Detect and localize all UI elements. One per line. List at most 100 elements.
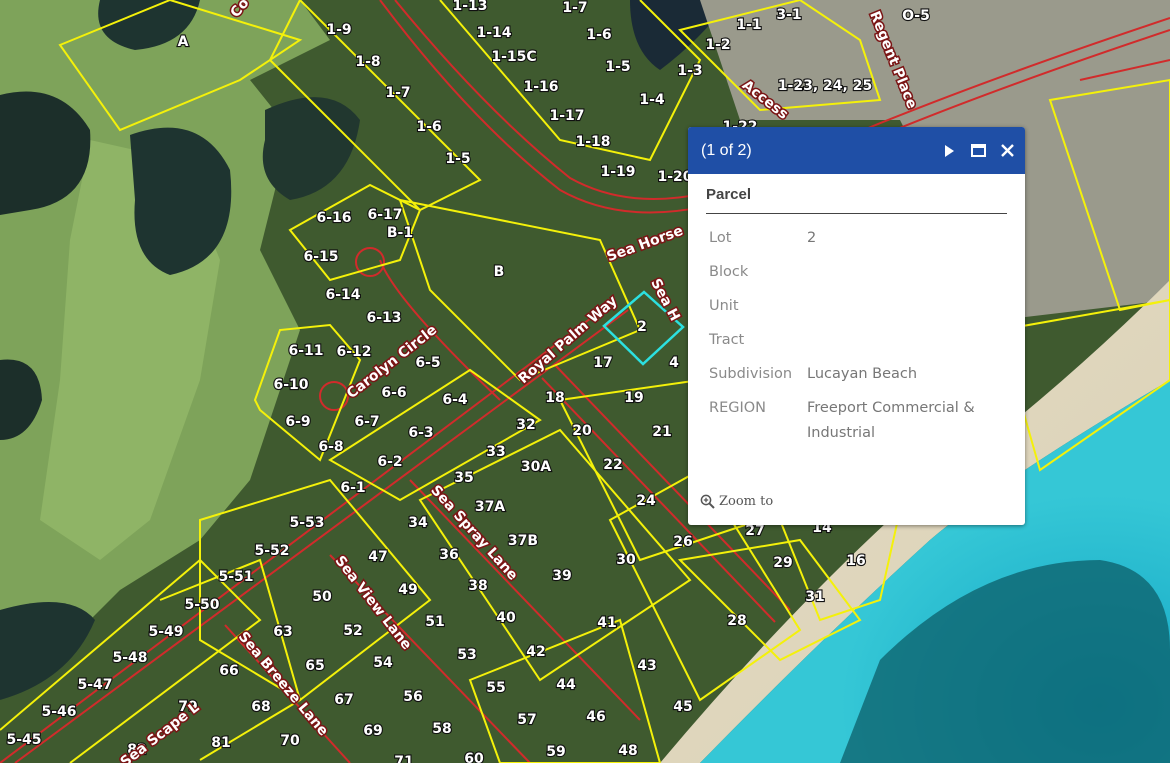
- parcel-label-38[interactable]: 38: [467, 577, 489, 595]
- parcel-label-66[interactable]: 66: [218, 662, 240, 680]
- parcel-label-1-7b[interactable]: 1-7: [561, 0, 588, 17]
- parcel-label-42[interactable]: 42: [525, 643, 547, 661]
- parcel-label-6-1[interactable]: 6-1: [339, 479, 366, 497]
- parcel-label-1-17[interactable]: 1-17: [548, 107, 585, 125]
- parcel-label-6-10[interactable]: 6-10: [272, 376, 309, 394]
- parcel-label-30A[interactable]: 30A: [520, 458, 553, 476]
- parcel-label-34[interactable]: 34: [407, 514, 429, 532]
- parcel-label-37B[interactable]: 37B: [507, 532, 539, 550]
- maximize-button[interactable]: [967, 140, 989, 162]
- parcel-label-19[interactable]: 19: [623, 389, 645, 407]
- close-button[interactable]: [996, 140, 1018, 162]
- parcel-label-28[interactable]: 28: [726, 612, 748, 630]
- parcel-label-60[interactable]: 60: [463, 750, 485, 763]
- parcel-label-49[interactable]: 49: [397, 581, 419, 599]
- parcel-label-50[interactable]: 50: [311, 588, 333, 606]
- parcel-label-1-6a[interactable]: 1-6: [415, 118, 442, 136]
- parcel-label-33[interactable]: 33: [485, 443, 507, 461]
- parcel-label-1-3[interactable]: 1-3: [676, 62, 703, 80]
- parcel-label-6-6[interactable]: 6-6: [380, 384, 407, 402]
- parcel-label-5-48[interactable]: 5-48: [111, 649, 148, 667]
- parcel-label-1-13[interactable]: 1-13: [451, 0, 488, 15]
- parcel-label-B-1[interactable]: B-1: [386, 224, 414, 242]
- next-button[interactable]: [938, 140, 960, 162]
- parcel-label-6-11[interactable]: 6-11: [287, 342, 324, 360]
- parcel-label-68[interactable]: 68: [250, 698, 272, 716]
- parcel-label-4[interactable]: 4: [668, 354, 680, 372]
- parcel-label-5-53[interactable]: 5-53: [288, 514, 325, 532]
- parcel-label-55[interactable]: 55: [485, 679, 507, 697]
- parcel-label-1-5b[interactable]: 1-5: [604, 58, 631, 76]
- parcel-label-1-16[interactable]: 1-16: [522, 78, 559, 96]
- parcel-label-1-23[interactable]: 1-23, 24, 25: [777, 77, 874, 95]
- parcel-label-6-4[interactable]: 6-4: [441, 391, 469, 409]
- parcel-label-26[interactable]: 26: [672, 533, 694, 551]
- parcel-label-1-8[interactable]: 1-8: [354, 53, 381, 71]
- parcel-label-56[interactable]: 56: [402, 688, 424, 706]
- parcel-label-5-50[interactable]: 5-50: [183, 596, 220, 614]
- parcel-label-1-4[interactable]: 1-4: [638, 91, 666, 109]
- parcel-label-51[interactable]: 51: [424, 613, 446, 631]
- parcel-label-1-7a[interactable]: 1-7: [384, 84, 411, 102]
- parcel-label-B[interactable]: B: [493, 263, 506, 281]
- parcel-label-1-14[interactable]: 1-14: [475, 24, 512, 42]
- parcel-label-1-5a[interactable]: 1-5: [444, 150, 471, 168]
- parcel-label-27[interactable]: 27: [744, 522, 766, 540]
- parcel-label-52[interactable]: 52: [342, 622, 364, 640]
- parcel-label-53[interactable]: 53: [456, 646, 478, 664]
- parcel-label-6-2[interactable]: 6-2: [376, 453, 403, 471]
- parcel-label-63[interactable]: 63: [272, 623, 294, 641]
- zoom-to-link[interactable]: Zoom to: [700, 494, 773, 509]
- parcel-label-67[interactable]: 67: [333, 691, 355, 709]
- parcel-label-70[interactable]: 70: [279, 732, 301, 750]
- parcel-label-6-3[interactable]: 6-3: [407, 424, 434, 442]
- parcel-label-22[interactable]: 22: [602, 456, 624, 474]
- parcel-label-6-15[interactable]: 6-15: [302, 248, 339, 266]
- parcel-label-71[interactable]: 71: [393, 753, 415, 763]
- parcel-label-1-15C[interactable]: 1-15C: [490, 48, 538, 66]
- parcel-label-6-5[interactable]: 6-5: [414, 354, 441, 372]
- parcel-label-31[interactable]: 31: [804, 588, 826, 606]
- parcel-label-45[interactable]: 45: [672, 698, 694, 716]
- parcel-label-69[interactable]: 69: [362, 722, 384, 740]
- parcel-label-6-17[interactable]: 6-17: [366, 206, 403, 224]
- parcel-label-6-14[interactable]: 6-14: [324, 286, 361, 304]
- parcel-label-57[interactable]: 57: [516, 711, 538, 729]
- parcel-label-17[interactable]: 17: [592, 354, 614, 372]
- parcel-label-5-51[interactable]: 5-51: [217, 568, 254, 586]
- parcel-label-65[interactable]: 65: [304, 657, 326, 675]
- parcel-label-39[interactable]: 39: [551, 567, 573, 585]
- parcel-label-46[interactable]: 46: [585, 708, 607, 726]
- parcel-label-24[interactable]: 24: [635, 492, 657, 510]
- parcel-label-35[interactable]: 35: [453, 469, 475, 487]
- parcel-label-18[interactable]: 18: [544, 389, 566, 407]
- parcel-label-5-47[interactable]: 5-47: [76, 676, 113, 694]
- parcel-label-32[interactable]: 32: [515, 416, 537, 434]
- parcel-label-O-5[interactable]: O-5: [901, 7, 931, 25]
- parcel-label-20[interactable]: 20: [571, 422, 593, 440]
- parcel-label-6-12[interactable]: 6-12: [335, 343, 372, 361]
- parcel-label-6-8[interactable]: 6-8: [317, 438, 344, 456]
- parcel-label-1-1[interactable]: 1-1: [735, 16, 762, 34]
- parcel-label-58[interactable]: 58: [431, 720, 453, 738]
- parcel-label-59[interactable]: 59: [545, 743, 567, 761]
- parcel-label-5-52[interactable]: 5-52: [253, 542, 290, 560]
- parcel-label-6-16[interactable]: 6-16: [315, 209, 352, 227]
- parcel-label-47[interactable]: 47: [367, 548, 389, 566]
- parcel-label-21[interactable]: 21: [651, 423, 673, 441]
- parcel-label-43[interactable]: 43: [636, 657, 658, 675]
- parcel-label-2[interactable]: 2: [636, 318, 648, 336]
- parcel-label-36[interactable]: 36: [438, 546, 460, 564]
- parcel-label-30[interactable]: 30: [615, 551, 637, 569]
- parcel-label-44[interactable]: 44: [555, 676, 577, 694]
- parcel-label-1-19[interactable]: 1-19: [599, 163, 636, 181]
- parcel-label-6-7[interactable]: 6-7: [353, 413, 380, 431]
- parcel-label-6-13[interactable]: 6-13: [365, 309, 402, 327]
- parcel-label-37A[interactable]: 37A: [474, 498, 507, 516]
- parcel-label-5-46[interactable]: 5-46: [40, 703, 77, 721]
- parcel-label-29[interactable]: 29: [772, 554, 794, 572]
- parcel-label-5-49[interactable]: 5-49: [147, 623, 184, 641]
- parcel-label-1-18[interactable]: 1-18: [574, 133, 611, 151]
- parcel-label-40[interactable]: 40: [495, 609, 517, 627]
- parcel-label-6-9[interactable]: 6-9: [284, 413, 311, 431]
